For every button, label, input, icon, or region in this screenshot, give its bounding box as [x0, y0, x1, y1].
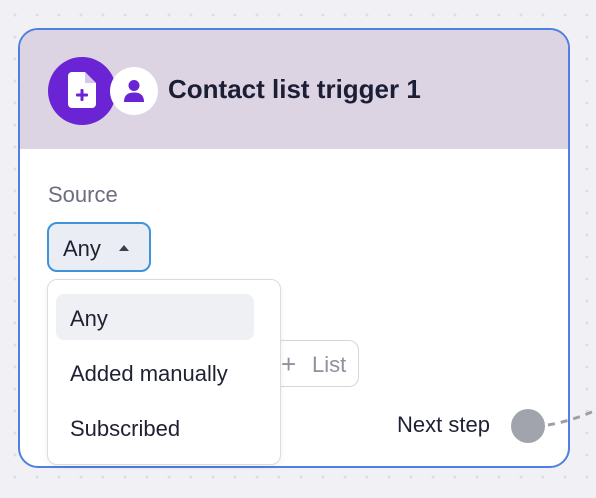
source-select-value: Any	[63, 236, 101, 261]
plus-icon: +	[281, 349, 297, 379]
source-label: Source	[48, 182, 118, 207]
next-step-handle[interactable]	[511, 409, 545, 443]
source-dropdown-menu: Any Added manually Subscribed	[47, 279, 281, 465]
caret-up-icon	[119, 245, 129, 251]
add-list-button[interactable]: + List	[268, 340, 359, 387]
dropdown-option-added-manually[interactable]: Added manually	[56, 349, 254, 395]
file-add-icon	[48, 57, 116, 125]
node-header: Contact list trigger 1	[20, 30, 568, 149]
dropdown-option-label: Any	[70, 306, 108, 331]
dropdown-option-label: Added manually	[70, 361, 228, 386]
node-title: Contact list trigger 1	[168, 74, 421, 104]
dropdown-option-any[interactable]: Any	[56, 294, 254, 340]
next-step-label: Next step	[397, 412, 490, 437]
person-icon	[110, 67, 158, 115]
source-select[interactable]: Any	[47, 222, 151, 272]
add-list-label: List	[312, 352, 347, 377]
dropdown-option-subscribed[interactable]: Subscribed	[56, 404, 254, 450]
dropdown-option-label: Subscribed	[70, 416, 181, 441]
